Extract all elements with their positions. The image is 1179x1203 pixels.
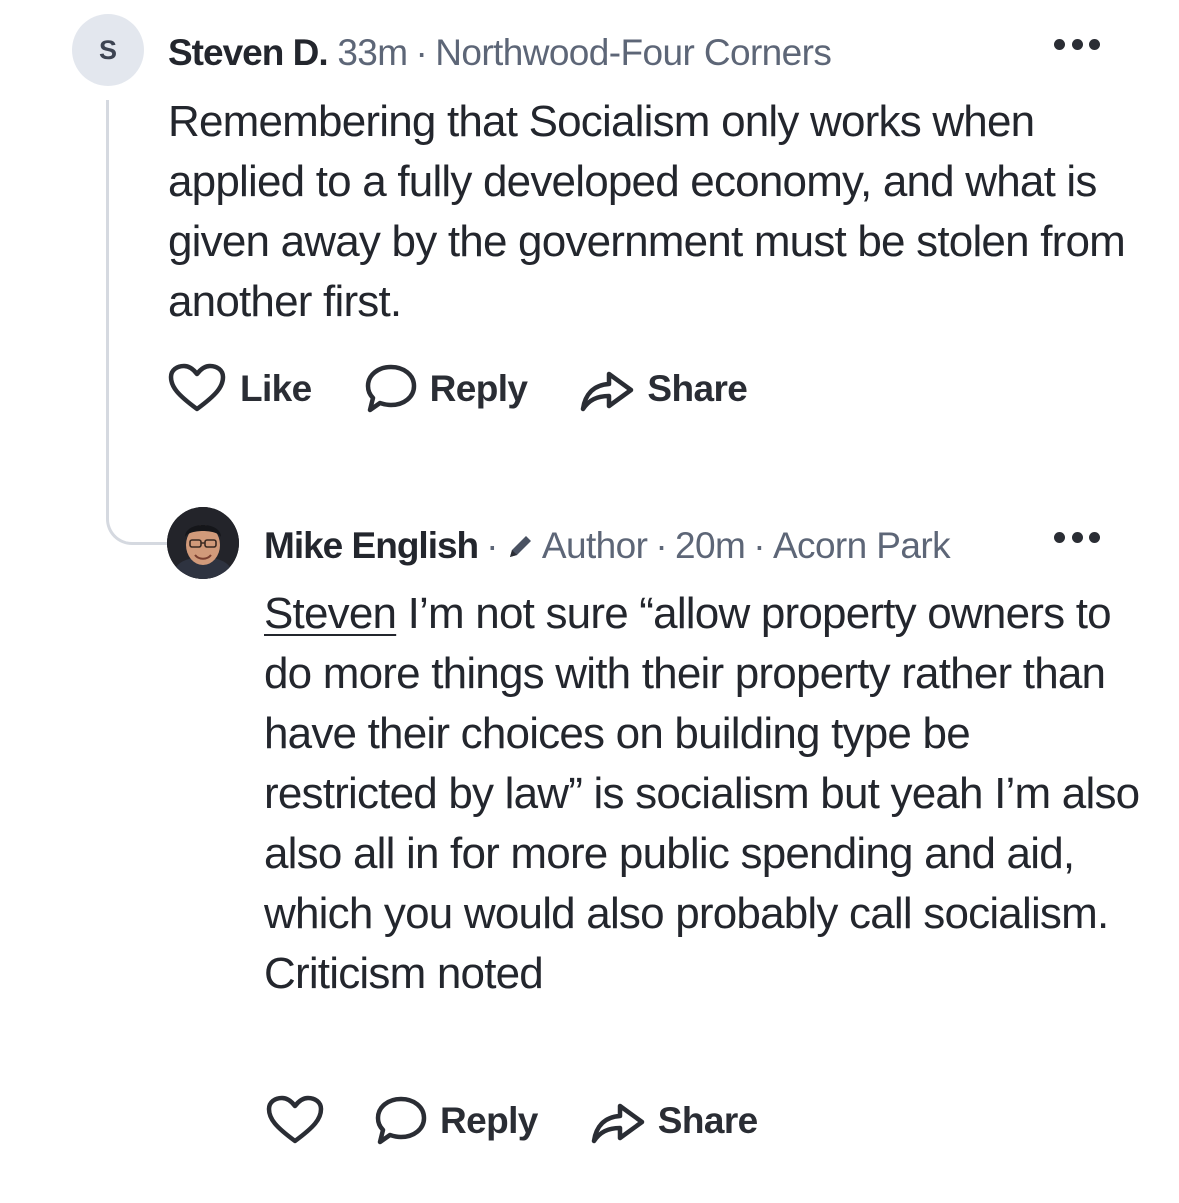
meta-separator: · — [486, 525, 498, 566]
more-options-button[interactable] — [1054, 39, 1100, 51]
timestamp: 20m — [675, 525, 746, 566]
mention-link[interactable]: Steven — [264, 589, 397, 638]
avatar[interactable]: S — [72, 14, 144, 86]
comment-actions: Like Reply Share — [168, 360, 748, 418]
share-button[interactable]: Share — [590, 1095, 758, 1147]
author-badge: Author — [541, 525, 648, 566]
reply-button[interactable]: Reply — [374, 1095, 538, 1147]
like-label: Like — [240, 368, 312, 409]
location[interactable]: Northwood-Four Corners — [435, 32, 832, 73]
meta-separator: · — [415, 32, 428, 73]
share-button[interactable]: Share — [579, 363, 748, 415]
like-button[interactable] — [266, 1095, 324, 1147]
share-arrow-icon — [581, 371, 634, 412]
author-name[interactable]: Steven D. — [168, 32, 329, 73]
meta-separator: · — [655, 525, 668, 566]
reply-label: Reply — [440, 1100, 538, 1141]
reply-label: Reply — [429, 368, 528, 409]
thread-connector-line — [106, 100, 170, 545]
reply-body: Steven I’m not sure “allow property owne… — [264, 584, 1144, 1004]
like-button[interactable]: Like — [168, 363, 312, 415]
avatar[interactable] — [167, 507, 239, 579]
timestamp: 33m — [337, 32, 408, 73]
share-label: Share — [647, 368, 748, 409]
author-name[interactable]: Mike English — [264, 525, 479, 566]
share-arrow-icon — [591, 1103, 645, 1144]
more-icon — [1054, 532, 1065, 543]
reply-text: I’m not sure “allow property owners to d… — [264, 589, 1140, 998]
reply-actions: Reply Share — [266, 1092, 758, 1150]
reply-meta: Mike English · Author · 20m · Acorn Park — [264, 525, 951, 570]
location[interactable]: Acorn Park — [773, 525, 951, 566]
more-icon — [1054, 39, 1065, 50]
heart-icon — [168, 363, 226, 412]
share-label: Share — [657, 1100, 758, 1141]
pencil-icon — [506, 528, 536, 570]
comment-meta: Steven D. 33m · Northwood-Four Corners — [168, 32, 832, 74]
speech-bubble-icon — [375, 1096, 427, 1145]
more-options-button[interactable] — [1054, 532, 1100, 544]
speech-bubble-icon — [365, 364, 416, 413]
meta-separator: · — [753, 525, 765, 566]
heart-icon — [266, 1095, 324, 1144]
profile-photo — [167, 507, 239, 579]
reply-button[interactable]: Reply — [364, 363, 528, 415]
comment-body: Remembering that Socialism only works wh… — [168, 97, 1126, 326]
